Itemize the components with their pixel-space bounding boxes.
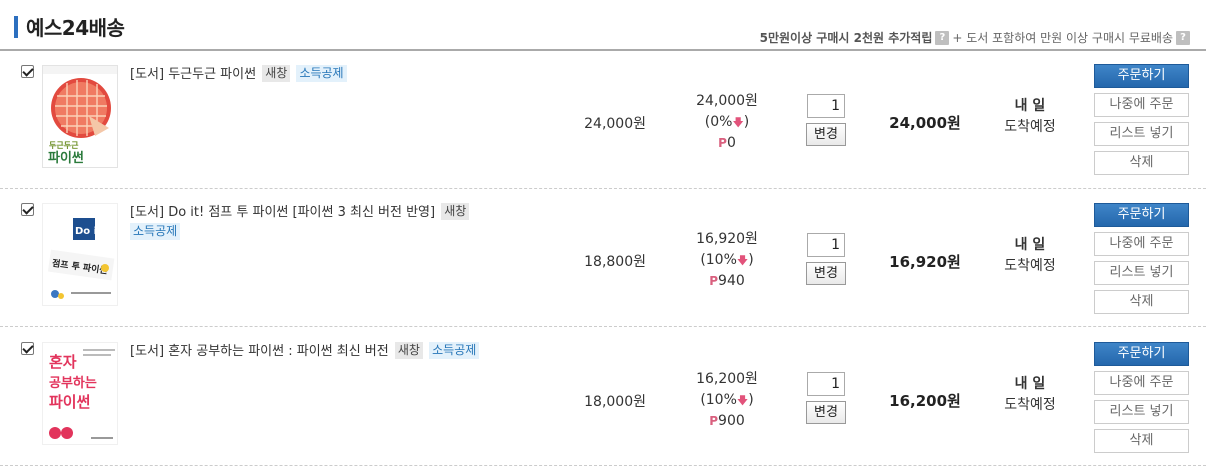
sale-price-block: 24,000원 (0%🡇) P0 [672, 91, 782, 154]
delete-button[interactable]: 삭제 [1094, 290, 1189, 314]
order-button[interactable]: 주문하기 [1094, 64, 1189, 88]
sale-price-block: 16,200원 (10%🡇) P900 [672, 369, 782, 432]
change-quantity-button[interactable]: 변경 [806, 401, 846, 424]
delivery-day: 내 일 [1014, 237, 1046, 253]
cover-label-2: 파이썬 [48, 150, 84, 166]
product-info: [도서] 두근두근 파이썬 새창 소득공제 [130, 65, 570, 85]
product-title[interactable]: [도서] Do it! 점프 투 파이썬 [파이썬 3 최신 버전 반영] [130, 205, 435, 220]
tax-deduction-badge: 소득공제 [429, 342, 480, 359]
sale-price: 16,200원 [696, 371, 758, 387]
tax-deduction-badge: 소득공제 [130, 223, 181, 240]
sale-price: 24,000원 [696, 93, 758, 109]
add-to-list-button[interactable]: 리스트 넣기 [1094, 122, 1189, 146]
delivery-day: 내 일 [1014, 376, 1046, 392]
quantity-input[interactable] [807, 372, 845, 396]
order-later-button[interactable]: 나중에 주문 [1094, 93, 1189, 117]
delete-button[interactable]: 삭제 [1094, 429, 1189, 453]
total-price: 16,920원 [889, 253, 961, 271]
tax-deduction-badge: 소득공제 [296, 65, 347, 82]
add-to-list-button[interactable]: 리스트 넣기 [1094, 400, 1189, 424]
change-quantity-button[interactable]: 변경 [806, 123, 846, 146]
title-accent-bar [14, 16, 18, 38]
row-divider [0, 326, 1206, 327]
cart-row: Do it! 점프 투 파이썬 [도서] Do it! 점프 투 파이썬 [파이… [0, 189, 1206, 327]
sale-price-block: 16,920원 (10%🡇) P940 [672, 229, 782, 292]
quantity-input[interactable] [807, 94, 845, 118]
new-window-badge[interactable]: 새창 [394, 342, 423, 359]
cover-label-1: Do it! [75, 226, 106, 237]
order-later-button[interactable]: 나중에 주문 [1094, 232, 1189, 256]
row-divider [0, 465, 1206, 466]
total-price: 24,000원 [889, 114, 961, 132]
product-title[interactable]: [도서] 두근두근 파이썬 [130, 67, 256, 82]
cover-label-3: 파이썬 [49, 393, 90, 411]
order-button[interactable]: 주문하기 [1094, 342, 1189, 366]
delivery-note: 도착예정 [1004, 119, 1056, 135]
total-price: 16,200원 [889, 392, 961, 410]
cover-label-1: 혼자 [49, 353, 77, 371]
point-icon: P [709, 414, 719, 428]
select-checkbox[interactable] [21, 342, 34, 355]
shipping-notice: 5만원이상 구매시 2천원 추가적립 ? + 도서 포함하여 만원 이상 구매시… [760, 29, 1190, 46]
delivery-note: 도착예정 [1004, 258, 1056, 274]
cover-label-1: 두근두근 [49, 141, 79, 150]
quantity-input[interactable] [807, 233, 845, 257]
help-icon[interactable]: ? [935, 30, 950, 45]
delivery-estimate: 내 일 도착예정 [990, 96, 1070, 138]
product-info: [도서] 혼자 공부하는 파이썬 : 파이썬 최신 버전 새창 소득공제 [130, 342, 570, 362]
discount-rate: (10%🡇) [700, 392, 754, 408]
book-cover[interactable]: 두근두근 파이썬 [42, 65, 118, 168]
order-button[interactable]: 주문하기 [1094, 203, 1189, 227]
new-window-badge[interactable]: 새창 [441, 203, 470, 220]
discount-rate: (0%🡇) [704, 114, 750, 130]
discount-rate: (10%🡇) [700, 252, 754, 268]
point-icon: P [709, 274, 719, 288]
help-icon[interactable]: ? [1176, 30, 1190, 45]
select-checkbox[interactable] [21, 203, 34, 216]
down-arrow-icon: 🡇 [736, 394, 749, 407]
new-window-badge[interactable]: 새창 [262, 65, 291, 82]
cover-label-2: 공부하는 [49, 375, 97, 391]
select-checkbox[interactable] [21, 65, 34, 78]
section-title: 예스24배송 [26, 16, 125, 40]
down-arrow-icon: 🡇 [732, 116, 744, 129]
down-arrow-icon: 🡇 [736, 254, 749, 267]
order-later-button[interactable]: 나중에 주문 [1094, 371, 1189, 395]
point-icon: P [718, 136, 727, 150]
list-price: 24,000원 [584, 116, 646, 132]
cart-row: 두근두근 파이썬 [도서] 두근두근 파이썬 새창 소득공제 24,000원 2… [0, 51, 1206, 189]
delivery-day: 내 일 [1014, 98, 1046, 114]
product-title[interactable]: [도서] 혼자 공부하는 파이썬 : 파이썬 최신 버전 [130, 344, 389, 359]
list-price: 18,800원 [584, 254, 646, 270]
sale-price: 16,920원 [696, 231, 758, 247]
delivery-note: 도착예정 [1004, 397, 1056, 413]
book-cover[interactable]: 혼자 공부하는 파이썬 [42, 342, 118, 445]
points: P940 [709, 273, 745, 289]
notice-bonus-text: 5만원이상 구매시 2천원 추가적립 [759, 31, 933, 45]
delivery-estimate: 내 일 도착예정 [990, 374, 1070, 416]
notice-free-shipping-text: + 도서 포함하여 만원 이상 구매시 무료배송 [952, 31, 1173, 45]
points: P0 [718, 135, 736, 151]
book-cover[interactable]: Do it! 점프 투 파이썬 [42, 203, 118, 306]
change-quantity-button[interactable]: 변경 [806, 262, 846, 285]
product-info: [도서] Do it! 점프 투 파이썬 [파이썬 3 최신 버전 반영] 새창… [130, 203, 570, 243]
delete-button[interactable]: 삭제 [1094, 151, 1189, 175]
points: P900 [709, 413, 745, 429]
delivery-estimate: 내 일 도착예정 [990, 235, 1070, 277]
add-to-list-button[interactable]: 리스트 넣기 [1094, 261, 1189, 285]
list-price: 18,000원 [584, 394, 646, 410]
section-header: 예스24배송 5만원이상 구매시 2천원 추가적립 ? + 도서 포함하여 만원… [0, 0, 1206, 51]
cart-row: 혼자 공부하는 파이썬 [도서] 혼자 공부하는 파이썬 : 파이썬 최신 버전… [0, 328, 1206, 466]
